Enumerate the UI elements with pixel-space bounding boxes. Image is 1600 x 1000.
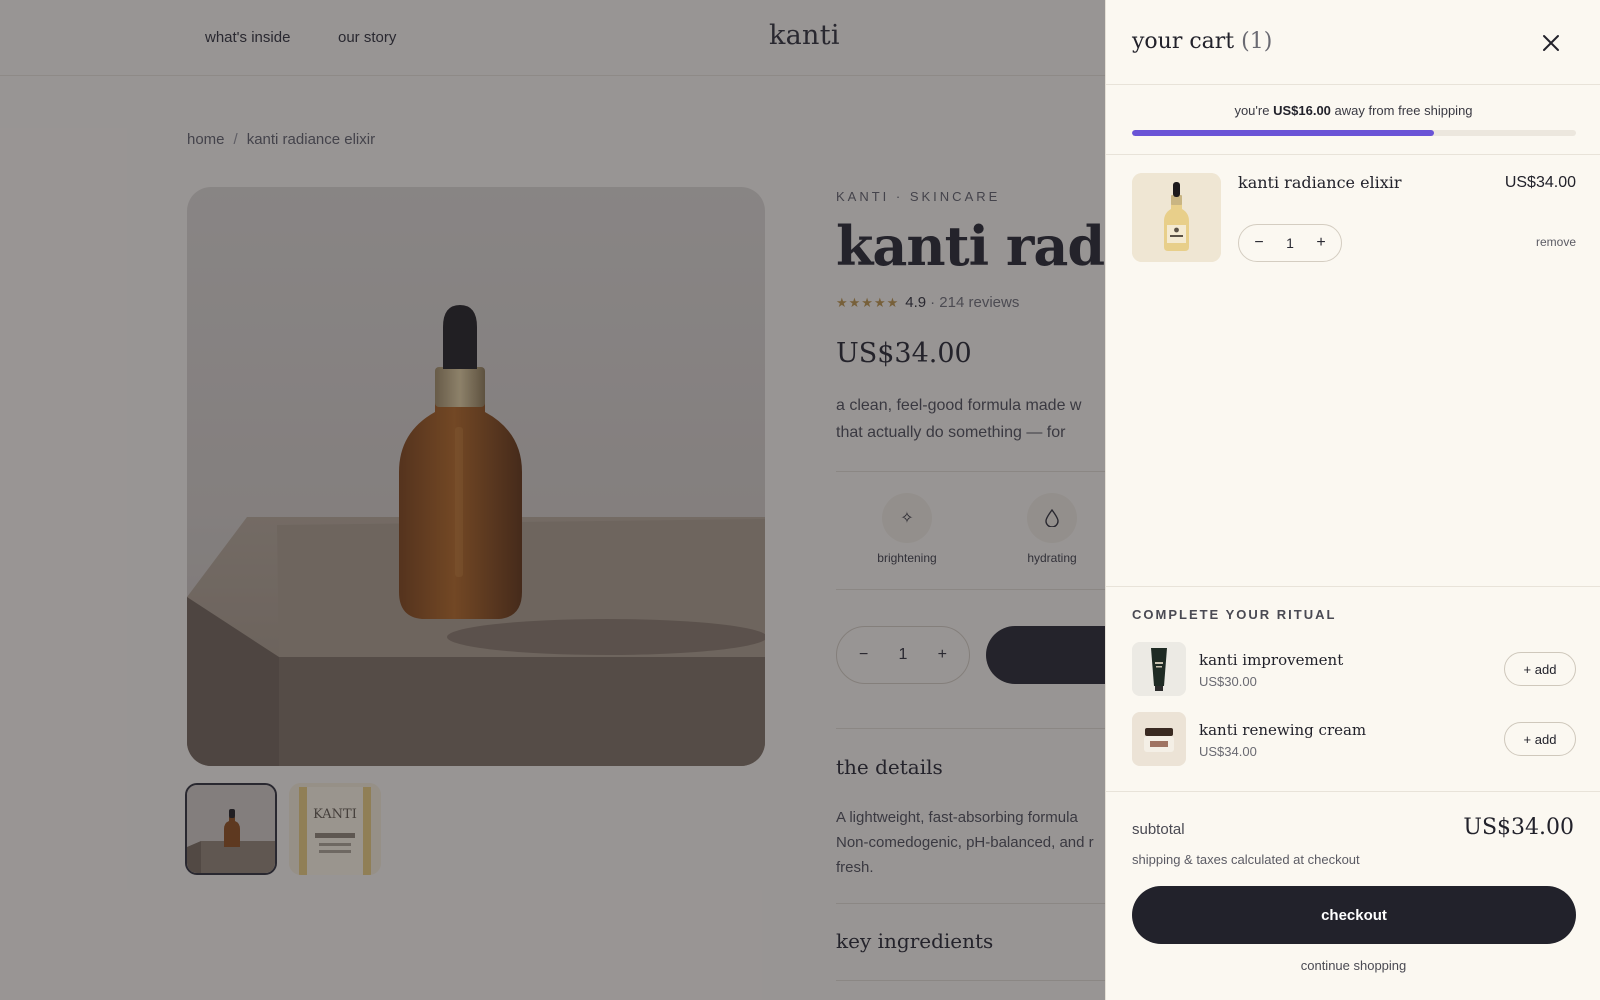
ritual-item-price: US$30.00 [1199,674,1257,689]
cart-item-name[interactable]: kanti radiance elixir [1238,173,1402,192]
cart-count: (1) [1241,29,1273,54]
checkout-button[interactable]: checkout [1132,886,1576,944]
ritual-item-image[interactable] [1132,712,1186,766]
cart-line-item: kanti radiance elixir US$34.00 − 1 + rem… [1132,173,1576,263]
add-renewing-cream-button[interactable]: + add [1504,722,1576,756]
remove-item-button[interactable]: remove [1536,235,1576,249]
shipping-prefix: you're [1234,103,1274,118]
cart-header: your cart (1) [1106,0,1600,85]
continue-shopping-link[interactable]: continue shopping [1106,958,1600,973]
cart-title: your cart (1) [1132,29,1272,54]
close-cart-button[interactable] [1536,28,1566,58]
tax-note: shipping & taxes calculated at checkout [1132,852,1360,867]
cart-qty-value: 1 [1286,235,1294,251]
cart-qty-increase-button[interactable]: + [1311,234,1331,252]
elixir-bottle-image [1132,173,1221,262]
close-icon [1543,35,1559,51]
page-overlay[interactable] [0,0,1105,1000]
cart-item-quantity-stepper: − 1 + [1238,224,1342,262]
cream-jar-image [1132,712,1186,766]
complete-your-ritual: COMPLETE YOUR RITUAL kanti improvement U… [1106,586,1600,792]
subtotal-label: subtotal [1132,821,1185,838]
cart-item-price: US$34.00 [1504,174,1576,191]
cart-title-text: your cart [1132,29,1235,54]
ritual-item-improvement: kanti improvement US$30.00 + add [1132,642,1576,696]
subtotal-value: US$34.00 [1463,815,1574,840]
shipping-suffix: away from free shipping [1330,103,1473,118]
ritual-item-renewing-cream: kanti renewing cream US$34.00 + add [1132,712,1576,766]
ritual-item-name[interactable]: kanti renewing cream [1199,721,1366,739]
cart-qty-decrease-button[interactable]: − [1249,234,1269,252]
ritual-item-image[interactable] [1132,642,1186,696]
free-shipping-progress: you're US$16.00 away from free shipping [1106,86,1600,155]
ritual-title: COMPLETE YOUR RITUAL [1132,607,1337,622]
ritual-item-name[interactable]: kanti improvement [1199,651,1343,669]
cart-drawer: your cart (1) you're US$16.00 away from … [1105,0,1600,1000]
shipping-amount: US$16.00 [1273,103,1331,118]
shipping-progress-bar [1132,130,1576,136]
add-improvement-button[interactable]: + add [1504,652,1576,686]
free-shipping-message: you're US$16.00 away from free shipping [1106,103,1600,118]
ritual-item-price: US$34.00 [1199,744,1257,759]
cart-item-image[interactable] [1132,173,1221,262]
shipping-progress-fill [1132,130,1434,136]
tube-image [1132,642,1186,696]
